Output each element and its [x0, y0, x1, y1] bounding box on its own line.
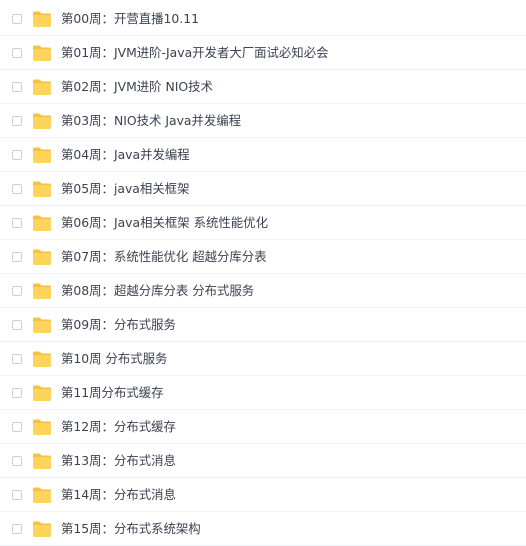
file-row[interactable]: 第13周：分布式消息 [0, 444, 526, 478]
row-checkbox[interactable] [12, 320, 22, 330]
folder-icon [33, 11, 51, 27]
folder-icon [33, 385, 51, 401]
file-row[interactable]: 第15周：分布式系统架构 [0, 512, 526, 546]
file-name[interactable]: 第10周 分布式服务 [61, 342, 167, 376]
row-checkbox[interactable] [12, 456, 22, 466]
row-checkbox[interactable] [12, 218, 22, 228]
row-checkbox[interactable] [12, 48, 22, 58]
row-checkbox[interactable] [12, 354, 22, 364]
file-row[interactable]: 第07周：系统性能优化 超越分库分表 [0, 240, 526, 274]
file-name[interactable]: 第03周：NIO技术 Java并发编程 [61, 104, 241, 138]
file-name[interactable]: 第11周分布式缓存 [61, 376, 164, 410]
file-row[interactable]: 第10周 分布式服务 [0, 342, 526, 376]
folder-icon [33, 521, 51, 537]
file-row[interactable]: 第00周：开营直播10.11 [0, 2, 526, 36]
file-row[interactable]: 第06周：Java相关框架 系统性能优化 [0, 206, 526, 240]
folder-icon [33, 45, 51, 61]
file-name[interactable]: 第05周：java相关框架 [61, 172, 189, 206]
row-checkbox[interactable] [12, 388, 22, 398]
folder-icon [33, 351, 51, 367]
folder-icon [33, 453, 51, 469]
file-row[interactable]: 第09周：分布式服务 [0, 308, 526, 342]
folder-icon [33, 283, 51, 299]
folder-icon [33, 79, 51, 95]
file-list: 第00周：开营直播10.11 第01周：JVM进阶-Java开发者大厂面试必知必会… [0, 0, 526, 546]
row-checkbox[interactable] [12, 150, 22, 160]
file-name[interactable]: 第12周：分布式缓存 [61, 410, 176, 444]
row-checkbox[interactable] [12, 184, 22, 194]
file-name[interactable]: 第04周：Java并发编程 [61, 138, 190, 172]
file-name[interactable]: 第02周：JVM进阶 NIO技术 [61, 70, 213, 104]
folder-icon [33, 147, 51, 163]
folder-icon [33, 181, 51, 197]
file-name[interactable]: 第15周：分布式系统架构 [61, 512, 201, 546]
file-row[interactable]: 第05周：java相关框架 [0, 172, 526, 206]
file-row[interactable]: 第08周：超越分库分表 分布式服务 [0, 274, 526, 308]
file-row[interactable]: 第14周：分布式消息 [0, 478, 526, 512]
file-name[interactable]: 第14周：分布式消息 [61, 478, 176, 512]
file-name[interactable]: 第01周：JVM进阶-Java开发者大厂面试必知必会 [61, 36, 328, 70]
row-checkbox[interactable] [12, 14, 22, 24]
row-checkbox[interactable] [12, 286, 22, 296]
folder-icon [33, 487, 51, 503]
folder-icon [33, 419, 51, 435]
file-row[interactable]: 第12周：分布式缓存 [0, 410, 526, 444]
folder-icon [33, 249, 51, 265]
folder-icon [33, 215, 51, 231]
file-name[interactable]: 第06周：Java相关框架 系统性能优化 [61, 206, 268, 240]
file-row[interactable]: 第04周：Java并发编程 [0, 138, 526, 172]
row-checkbox[interactable] [12, 116, 22, 126]
file-name[interactable]: 第00周：开营直播10.11 [61, 2, 199, 36]
file-row[interactable]: 第03周：NIO技术 Java并发编程 [0, 104, 526, 138]
row-checkbox[interactable] [12, 490, 22, 500]
row-checkbox[interactable] [12, 524, 22, 534]
file-name[interactable]: 第13周：分布式消息 [61, 444, 176, 478]
file-row[interactable]: 第11周分布式缓存 [0, 376, 526, 410]
file-name[interactable]: 第08周：超越分库分表 分布式服务 [61, 274, 254, 308]
folder-icon [33, 317, 51, 333]
folder-icon [33, 113, 51, 129]
file-name[interactable]: 第07周：系统性能优化 超越分库分表 [61, 240, 267, 274]
row-checkbox[interactable] [12, 252, 22, 262]
row-checkbox[interactable] [12, 422, 22, 432]
file-name[interactable]: 第09周：分布式服务 [61, 308, 176, 342]
row-checkbox[interactable] [12, 82, 22, 92]
file-row[interactable]: 第01周：JVM进阶-Java开发者大厂面试必知必会 [0, 36, 526, 70]
file-row[interactable]: 第02周：JVM进阶 NIO技术 [0, 70, 526, 104]
